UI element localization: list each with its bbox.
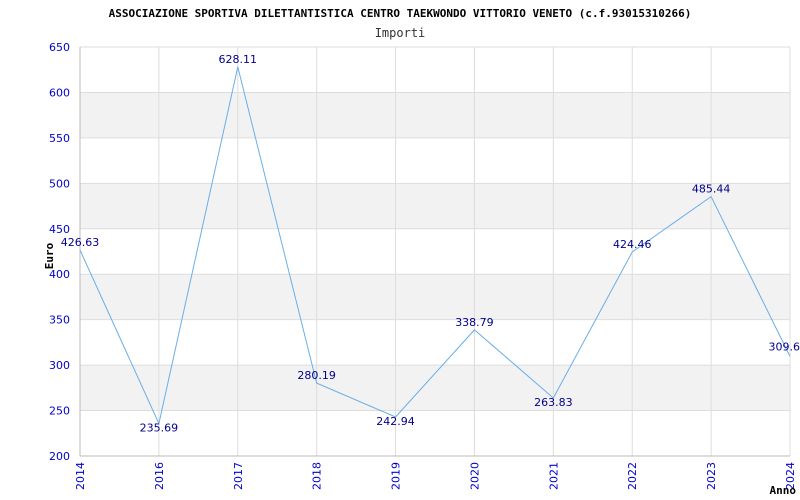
y-tick-label: 200 bbox=[49, 450, 70, 463]
x-tick-label: 2016 bbox=[153, 462, 166, 490]
y-axis-label: Euro bbox=[43, 242, 56, 269]
y-tick-label: 300 bbox=[49, 359, 70, 372]
x-tick-label: 2021 bbox=[547, 462, 560, 490]
x-tick-label: 2017 bbox=[232, 462, 245, 490]
x-tick-labels: 2014 2016 2017 2018 2019 2020 2021 2022 2023 2024 bbox=[74, 462, 797, 490]
y-tick-label: 350 bbox=[49, 314, 70, 327]
data-label: 338.79 bbox=[455, 316, 494, 329]
x-tick-label: 2019 bbox=[390, 462, 403, 490]
grid-band bbox=[80, 183, 790, 229]
x-tick-label: 2022 bbox=[626, 462, 639, 490]
data-label: 485.44 bbox=[692, 183, 731, 196]
y-tick-label: 650 bbox=[49, 41, 70, 54]
data-label: 235.69 bbox=[140, 422, 179, 435]
y-tick-label: 250 bbox=[49, 405, 70, 418]
data-label: 242.94 bbox=[376, 415, 415, 428]
data-label: 426.63 bbox=[61, 236, 100, 249]
x-axis-label: Anno bbox=[770, 484, 797, 497]
x-tick-label: 2023 bbox=[705, 462, 718, 490]
data-label: 424.46 bbox=[613, 238, 652, 251]
chart: 200 250 300 350 400 450 500 550 600 650 2014 2016 2… bbox=[0, 0, 800, 500]
y-tick-label: 550 bbox=[49, 132, 70, 145]
data-label: 628.11 bbox=[219, 53, 258, 66]
grid-band bbox=[80, 365, 790, 411]
background-bands bbox=[80, 92, 790, 411]
chart-subtitle: Importi bbox=[375, 26, 426, 40]
x-tick-label: 2020 bbox=[468, 462, 481, 490]
x-tick-label: 2018 bbox=[311, 462, 324, 490]
y-tick-label: 600 bbox=[49, 86, 70, 99]
chart-title: ASSOCIAZIONE SPORTIVA DILETTANTISTICA CE… bbox=[109, 7, 692, 20]
y-tick-label: 500 bbox=[49, 177, 70, 190]
data-label: 263.83 bbox=[534, 396, 573, 409]
data-label: 309.6 bbox=[769, 340, 800, 353]
chart-svg: 200250300350400450500550600650 2014 2016 2… bbox=[43, 7, 800, 497]
grid-band bbox=[80, 92, 790, 138]
x-tick-label: 2014 bbox=[74, 462, 87, 490]
data-label: 280.19 bbox=[297, 369, 336, 382]
y-tick-label: 450 bbox=[49, 223, 70, 236]
